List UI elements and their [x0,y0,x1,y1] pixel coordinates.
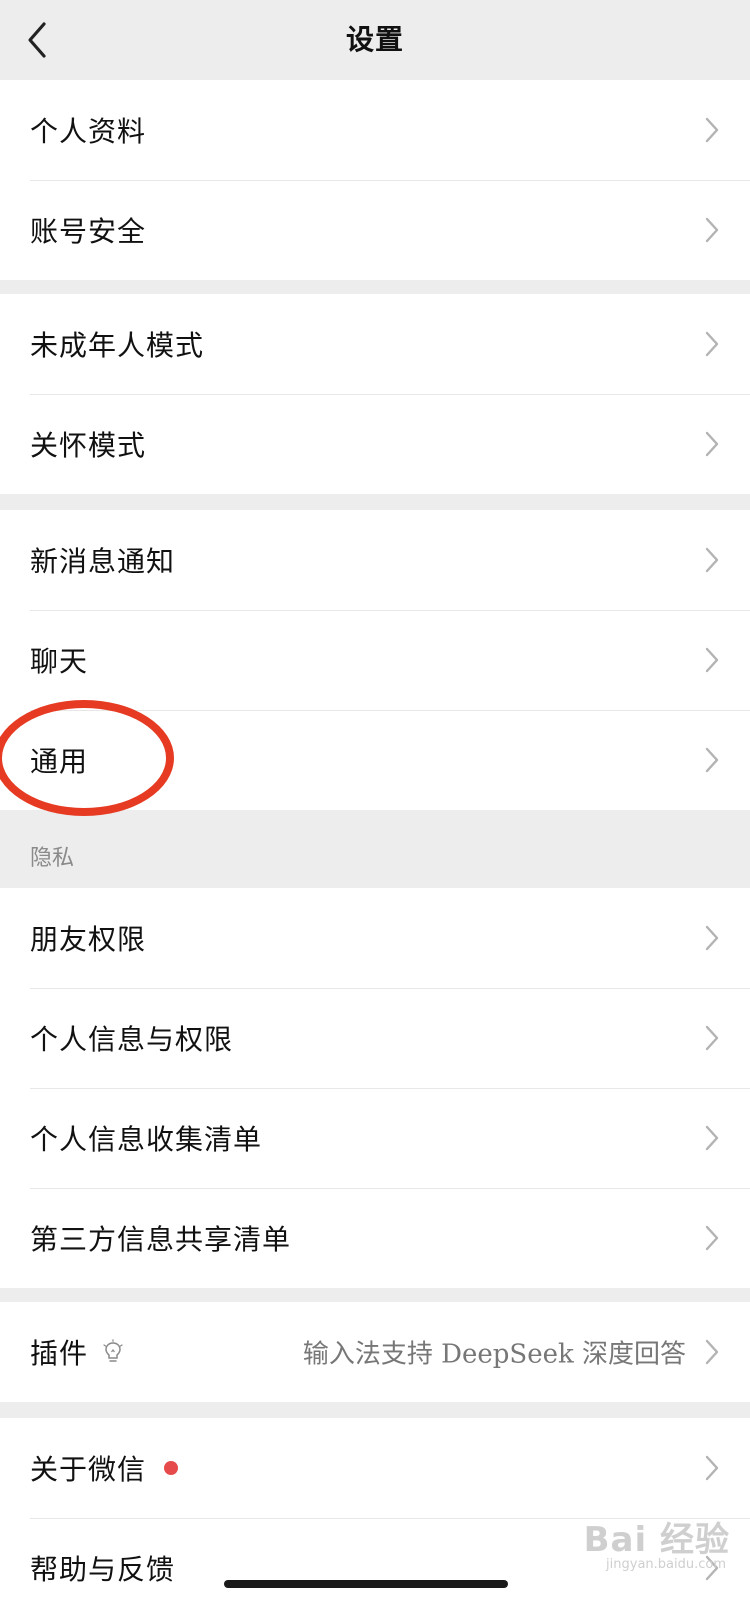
chevron-right-icon [705,117,719,143]
settings-item-label: 聊天 [30,645,89,678]
baidu-watermark: Bai 经验 jingyan.baidu.com [530,1512,730,1572]
chevron-right-icon [705,217,719,243]
settings-item-label: 关怀模式 [30,429,147,462]
settings-group-plugins: 插件 输入法支持 DeepSeek 深度回答 [0,1302,750,1402]
settings-group-modes: 未成年人模式 关怀模式 [0,294,750,494]
settings-item-plugins[interactable]: 插件 输入法支持 DeepSeek 深度回答 [0,1302,750,1402]
red-dot-badge [164,1461,178,1475]
settings-item-label: 新消息通知 [30,545,176,578]
settings-item-about-wechat[interactable]: 关于微信 [0,1418,750,1518]
chevron-right-icon [705,647,719,673]
settings-item-friend-permissions[interactable]: 朋友权限 [0,888,750,988]
settings-item-label: 未成年人模式 [30,329,205,362]
chevron-right-icon [705,1455,719,1481]
settings-group-account: 个人资料 账号安全 [0,80,750,280]
chevron-right-icon [705,547,719,573]
settings-group-general: 新消息通知 聊天 通用 [0,510,750,810]
settings-item-profile[interactable]: 个人资料 [0,80,750,180]
page-title: 设置 [345,23,404,56]
settings-item-label: 插件 [30,1337,89,1370]
settings-item-label: 个人信息收集清单 [30,1123,263,1156]
settings-item-label: 个人资料 [30,115,147,148]
watermark-url: jingyan.baidu.com [606,1557,726,1572]
top-bar: 设置 [0,0,750,80]
settings-item-personal-info-permissions[interactable]: 个人信息与权限 [0,988,750,1088]
settings-item-minor-mode[interactable]: 未成年人模式 [0,294,750,394]
watermark-logo-text: Bai 经验 [583,1520,730,1560]
chevron-right-icon [705,431,719,457]
chevron-right-icon [705,1339,719,1365]
settings-item-third-party-sharing-list[interactable]: 第三方信息共享清单 [0,1188,750,1288]
settings-item-account-security[interactable]: 账号安全 [0,180,750,280]
chevron-right-icon [705,331,719,357]
chevron-right-icon [705,1125,719,1151]
chevron-right-icon [705,1025,719,1051]
settings-item-label: 通用 [30,745,89,778]
settings-item-notifications[interactable]: 新消息通知 [0,510,750,610]
settings-item-label: 关于微信 [30,1453,147,1486]
settings-item-general[interactable]: 通用 [0,710,750,810]
chevron-right-icon [705,1225,719,1251]
settings-item-label: 第三方信息共享清单 [30,1223,292,1256]
settings-item-label: 帮助与反馈 [30,1553,176,1586]
settings-group-privacy: 朋友权限 个人信息与权限 个人信息收集清单 第三方信息共享清单 [0,888,750,1288]
plugin-promo-text: 输入法支持 DeepSeek 深度回答 [302,1339,686,1370]
settings-item-care-mode[interactable]: 关怀模式 [0,394,750,494]
settings-item-label: 账号安全 [30,215,147,248]
chevron-right-icon [705,747,719,773]
settings-item-label: 个人信息与权限 [30,1023,234,1056]
settings-item-chat[interactable]: 聊天 [0,610,750,710]
section-header-privacy: 隐私 [30,846,75,871]
settings-item-label: 朋友权限 [30,923,147,956]
home-indicator [224,1580,508,1588]
settings-item-info-collection-list[interactable]: 个人信息收集清单 [0,1088,750,1188]
chevron-right-icon [705,925,719,951]
settings-group-about: 关于微信 帮助与反馈 [0,1418,750,1600]
lightbulb-icon [103,1339,123,1362]
